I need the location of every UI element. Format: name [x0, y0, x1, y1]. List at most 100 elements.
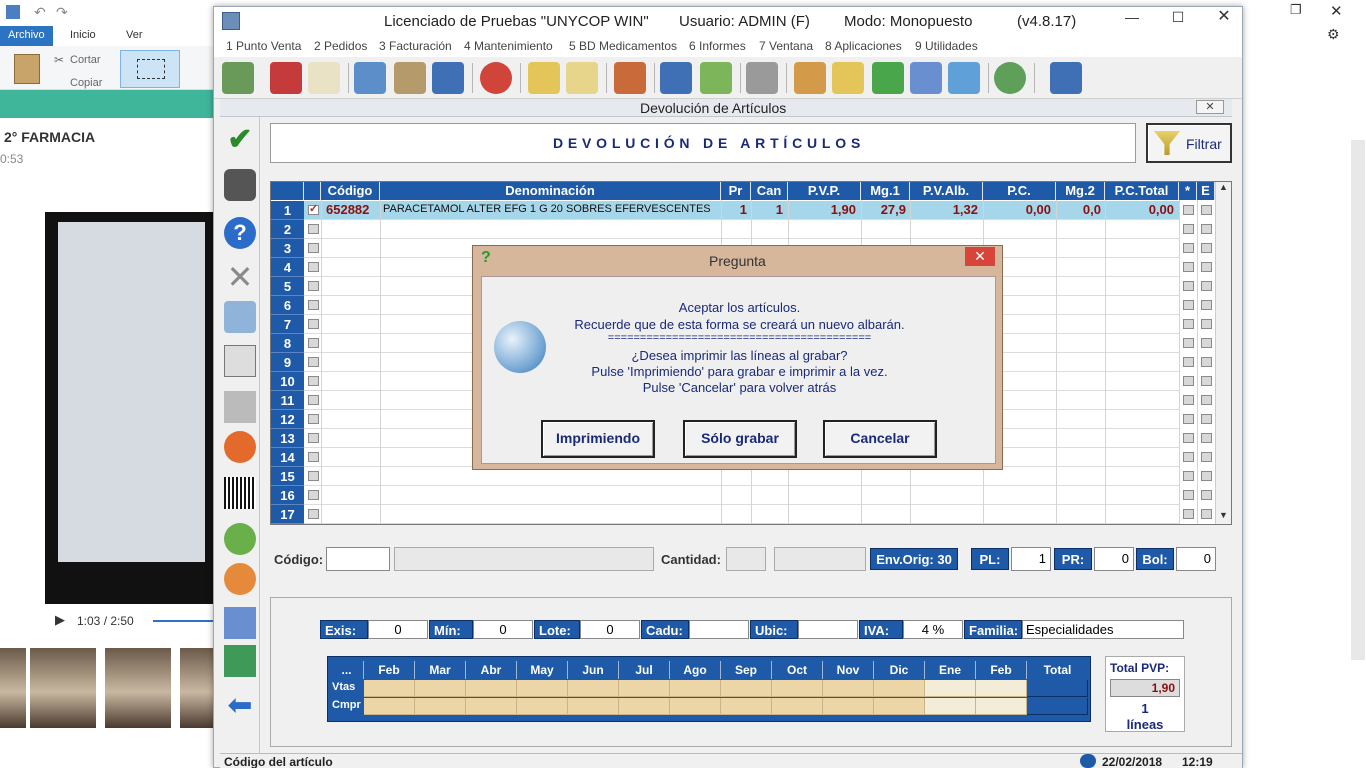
cancelar-button[interactable]: Cancelar	[823, 420, 937, 458]
row-checkbox[interactable]	[308, 509, 319, 519]
minimize-button[interactable]: —	[1109, 7, 1155, 29]
scrollbar[interactable]	[1351, 140, 1365, 660]
row-flag-checkbox[interactable]	[1201, 433, 1212, 443]
documents-icon[interactable]	[794, 62, 826, 94]
menu-facturacion[interactable]: 3 Facturación	[379, 39, 452, 53]
filter-button[interactable]: Filtrar	[1146, 123, 1232, 163]
row-flag-checkbox[interactable]	[1201, 281, 1212, 291]
ficha-icon[interactable]	[308, 62, 340, 94]
row-checkbox[interactable]: ✓	[308, 203, 319, 215]
thumbnail[interactable]	[0, 648, 26, 728]
row-flag-checkbox[interactable]	[1201, 509, 1212, 519]
col-pvp[interactable]: P.V.P.	[788, 182, 861, 200]
chart-edit-icon[interactable]	[832, 62, 864, 94]
row1-pctotal[interactable]: 0,00	[1105, 202, 1174, 217]
row-flag-checkbox[interactable]	[1201, 490, 1212, 500]
row-number[interactable]: 5	[271, 277, 304, 296]
row-number[interactable]: 8	[271, 334, 304, 353]
dialog-close-button[interactable]: ✕	[965, 247, 995, 266]
eye-icon[interactable]	[528, 62, 560, 94]
row1-denominacion[interactable]: PARACETAMOL ALTER EFG 1 G 20 SOBRES EFER…	[383, 203, 711, 215]
notes-icon[interactable]	[910, 62, 942, 94]
table-row[interactable]	[304, 486, 1179, 505]
row-flag-checkbox[interactable]	[1201, 471, 1212, 481]
row1-codigo[interactable]: 652882	[326, 202, 369, 217]
row1-can[interactable]: 1	[751, 202, 783, 217]
row-flag-checkbox[interactable]	[1201, 357, 1212, 367]
books-icon[interactable]	[270, 62, 302, 94]
col-denominacion[interactable]: Denominación	[380, 182, 721, 200]
solo-grabar-button[interactable]: Sólo grabar	[683, 420, 797, 458]
menu-mantenimiento[interactable]: 4 Mantenimiento	[464, 39, 553, 53]
row-checkbox[interactable]	[308, 471, 319, 481]
menu-utilidades[interactable]: 9 Utilidades	[915, 39, 978, 53]
row1-pvp[interactable]: 1,90	[788, 202, 856, 217]
restore-icon[interactable]: ❐	[1290, 2, 1302, 18]
col-codigo[interactable]: Código	[321, 182, 380, 200]
row-number[interactable]: 1	[271, 201, 304, 220]
row1-mg1[interactable]: 27,9	[861, 202, 906, 217]
col-pctotal[interactable]: P.C.Total	[1105, 182, 1179, 200]
menu-pedidos[interactable]: 2 Pedidos	[314, 39, 367, 53]
col-e[interactable]: E	[1197, 182, 1215, 200]
row-checkbox[interactable]	[308, 281, 319, 291]
play-icon[interactable]: ▶	[55, 612, 65, 628]
grid-scrollbar[interactable]: ▲ ▼	[1215, 182, 1231, 524]
row-checkbox[interactable]	[308, 395, 319, 405]
edit-icon[interactable]	[394, 62, 426, 94]
imprimiendo-button[interactable]: Imprimiendo	[541, 420, 655, 458]
row-flag-checkbox[interactable]	[1183, 300, 1194, 310]
row-number[interactable]: 6	[271, 296, 304, 315]
row-checkbox[interactable]	[308, 338, 319, 348]
row1-pvalb[interactable]: 1,32	[910, 202, 978, 217]
table-row[interactable]	[304, 220, 1179, 239]
search-document-icon[interactable]	[566, 62, 598, 94]
scroll-down-icon[interactable]: ▼	[1219, 510, 1228, 520]
barcode-icon[interactable]	[224, 477, 256, 509]
row-number[interactable]: 15	[271, 467, 304, 486]
row-flag-checkbox[interactable]	[1201, 395, 1212, 405]
col-mg1[interactable]: Mg.1	[861, 182, 910, 200]
excel-icon[interactable]	[224, 645, 256, 677]
row-checkbox[interactable]	[308, 357, 319, 367]
row-number[interactable]: 11	[271, 391, 304, 410]
row-flag-checkbox[interactable]	[1183, 490, 1194, 500]
row-flag-checkbox[interactable]	[1183, 433, 1194, 443]
back-arrow-icon[interactable]: ⬅	[224, 691, 256, 723]
pharmacy-icon[interactable]	[872, 62, 904, 94]
close-icon[interactable]: ✕	[1330, 2, 1343, 20]
tools-icon[interactable]	[614, 62, 646, 94]
menu-aplicaciones[interactable]: 8 Aplicaciones	[825, 39, 902, 53]
maximize-button[interactable]: ☐	[1155, 7, 1201, 29]
row-number[interactable]: 14	[271, 448, 304, 467]
cut-label[interactable]: Cortar	[70, 54, 101, 66]
save-icon[interactable]	[6, 5, 20, 19]
row-number[interactable]: 3	[271, 239, 304, 258]
help-icon[interactable]: ?	[224, 217, 256, 249]
menu-bd-medicamentos[interactable]: 5 BD Medicamentos	[569, 39, 677, 53]
row-flag-checkbox[interactable]	[1183, 357, 1194, 367]
row-flag-checkbox[interactable]	[1201, 205, 1212, 215]
close-button[interactable]: ✕	[1201, 7, 1247, 29]
row1-mg2[interactable]: 0,0	[1056, 202, 1101, 217]
printer-icon[interactable]	[746, 62, 778, 94]
redo-icon[interactable]: ↷	[56, 4, 68, 21]
row-flag-checkbox[interactable]	[1201, 319, 1212, 329]
network-icon[interactable]	[948, 62, 980, 94]
settings-icon[interactable]: ⚙	[1327, 26, 1340, 43]
menu-punto-venta[interactable]: 1 Punto Venta	[226, 39, 301, 53]
row-flag-checkbox[interactable]	[1201, 338, 1212, 348]
ss-icon[interactable]	[660, 62, 692, 94]
row-number[interactable]: 17	[271, 505, 304, 524]
row1-pr[interactable]: 1	[721, 202, 747, 217]
col-pvalb[interactable]: P.V.Alb.	[910, 182, 983, 200]
menu-informes[interactable]: 6 Informes	[689, 39, 746, 53]
row-flag-checkbox[interactable]	[1183, 281, 1194, 291]
row-flag-checkbox[interactable]	[1201, 452, 1212, 462]
scroll-up-icon[interactable]: ▲	[1219, 182, 1228, 192]
cantidad-input[interactable]	[726, 547, 766, 571]
row-flag-checkbox[interactable]	[1183, 376, 1194, 386]
undo-icon[interactable]: ↶	[34, 4, 46, 21]
row-checkbox[interactable]	[308, 376, 319, 386]
thumbnail[interactable]	[105, 648, 171, 728]
